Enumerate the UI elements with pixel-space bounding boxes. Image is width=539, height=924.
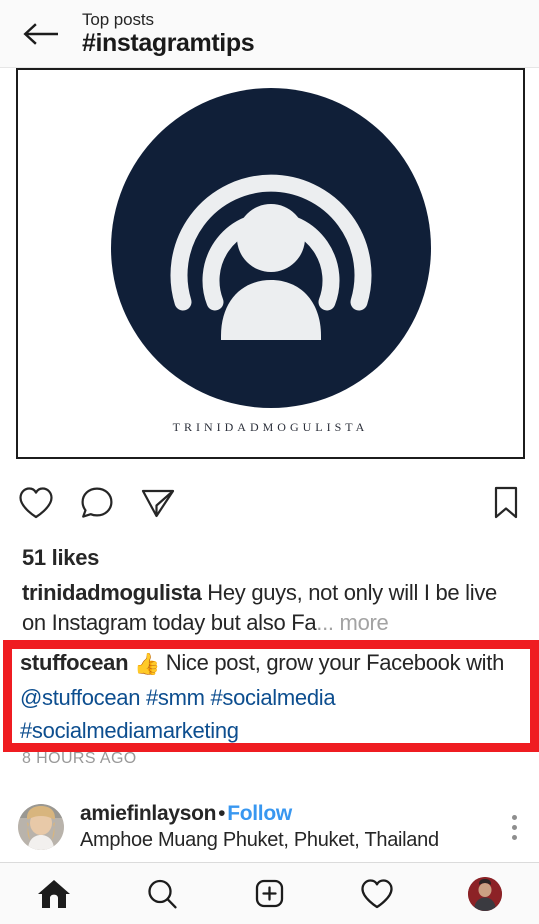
nav-profile[interactable] [455,869,515,919]
next-post-location[interactable]: Amphoe Muang Phuket, Phuket, Thailand [80,829,439,852]
more-options-icon[interactable] [512,814,521,840]
share-button[interactable] [140,486,176,520]
logo-container [18,88,523,408]
plus-square-icon [256,879,284,907]
comment-button[interactable] [80,486,114,520]
broadcast-person-icon [110,88,431,408]
comment-bubble-icon [81,487,113,518]
save-button[interactable] [491,485,521,521]
thumbs-up-icon: 👍 [134,653,160,676]
nav-search[interactable] [132,869,192,919]
next-post-header: amiefinlayson•Follow Amphoe Muang Phuket… [0,790,539,864]
separator-dot: • [218,802,226,826]
comment-body: Nice post, grow your Facebook with [159,650,505,675]
caption-more-link[interactable]: more [334,610,389,635]
brand-wordmark: TRINIDADMOGULISTA [172,420,369,434]
bookmark-icon [494,486,518,519]
comment-hashtag-2[interactable]: #socialmedia [210,685,335,710]
next-post-username[interactable]: amiefinlayson [80,802,216,825]
caption-username[interactable]: trinidadmogulista [22,580,202,605]
heart-icon [19,487,53,519]
avatar[interactable] [18,804,64,850]
header-subtitle: Top posts [82,9,154,29]
comment-hashtag-1[interactable]: #smm [146,685,205,710]
profile-avatar-image [468,876,503,911]
post-caption: trinidadmogulista Hey guys, not only wil… [22,578,510,638]
highlighted-comment: stuffocean 👍 Nice post, grow your Facebo… [20,646,514,747]
back-button[interactable] [14,7,68,61]
paper-plane-icon [141,489,175,518]
nav-create[interactable] [239,869,299,919]
search-icon [148,879,177,908]
comment-hashtag-3[interactable]: #socialmediamarketing [20,718,239,743]
follow-button[interactable]: Follow [227,802,292,825]
like-button[interactable] [18,486,54,520]
user-avatar-image [18,804,64,850]
next-post-info: amiefinlayson•Follow Amphoe Muang Phuket… [80,802,439,851]
likes-count: 51 likes [22,545,100,570]
profile-avatar-icon [468,876,503,911]
post-timestamp: 8 HOURS AGO [22,750,137,767]
comment-username[interactable]: stuffocean [20,650,129,675]
caption-ellipsis: ... [316,610,334,635]
page-title: #instagramtips [82,28,255,57]
app-header: Top posts #instagramtips [0,0,539,68]
header-titles: Top posts #instagramtips [82,9,255,57]
nav-home[interactable] [24,869,84,919]
heart-icon [361,878,393,908]
arrow-left-icon [23,22,58,45]
comment-mention[interactable]: @stuffocean [20,685,140,710]
post-action-bar [0,472,539,534]
broadcast-person-glyph [170,174,371,340]
home-icon [37,879,70,908]
next-post-user-line: amiefinlayson•Follow [80,802,439,826]
nav-activity[interactable] [347,869,407,919]
bottom-navigation [0,862,539,924]
post-image[interactable]: TRINIDADMOGULISTA [16,68,525,459]
